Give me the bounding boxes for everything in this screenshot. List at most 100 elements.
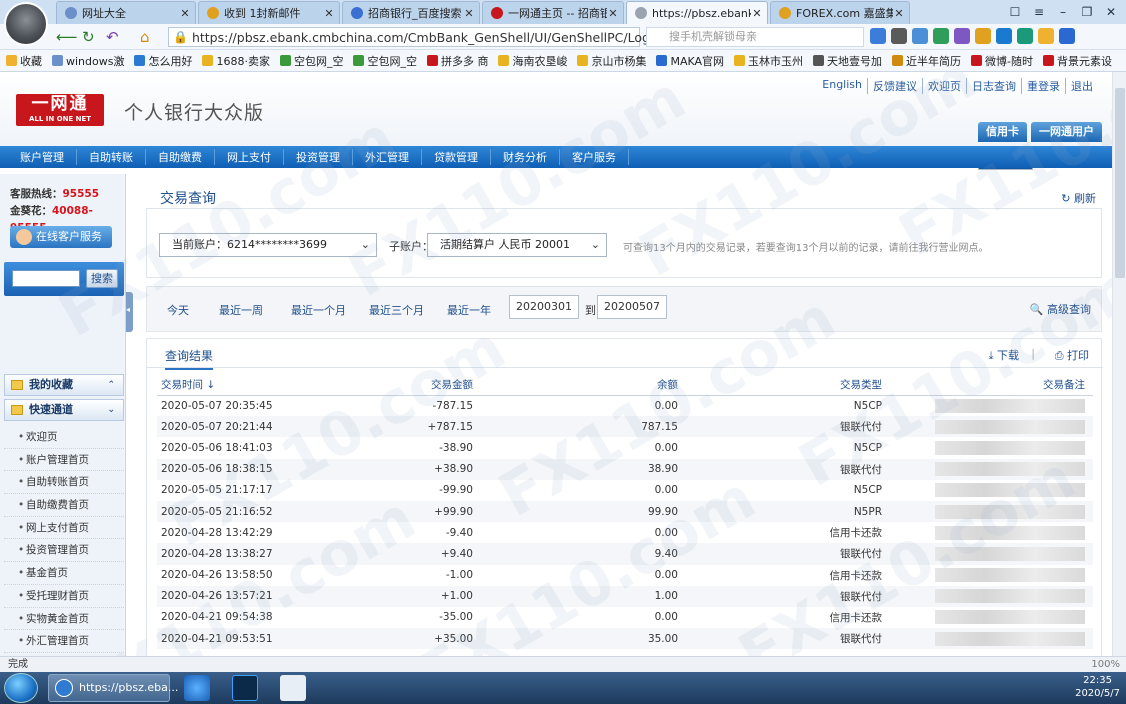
table-row[interactable]: 2020-04-28 13:38:27 +9.40 9.40 银联代付 (157, 543, 1093, 565)
sidebar-item[interactable]: 投资管理首页 (4, 539, 124, 563)
home-icon[interactable]: ⌂ (140, 28, 150, 46)
top-link[interactable]: English (817, 78, 868, 94)
table-row[interactable]: 2020-05-07 20:35:45 -787.15 0.00 N5CP (157, 395, 1093, 416)
extension-icon[interactable] (912, 28, 928, 44)
minimize-icon[interactable]: – (1052, 3, 1074, 21)
account-select[interactable]: 当前账户：6214********3699 ⌄ (159, 233, 377, 257)
bookmark-item[interactable]: 背景元素设 (1043, 53, 1112, 69)
url-field[interactable]: 🔒 https://pbsz.ebank.cmbchina.com/CmbBan… (168, 27, 670, 47)
back-icon[interactable]: ⟵ (56, 28, 78, 46)
search-input[interactable]: 搜手机壳解锁母亲 (646, 27, 864, 47)
quick-access-group[interactable]: 快速通道 ⌄ (4, 399, 124, 421)
main-nav-item[interactable]: 客户服务 (560, 149, 629, 165)
favorites-group[interactable]: 我的收藏 ⌃ (4, 374, 124, 396)
bookmark-item[interactable]: MAKA官网 (656, 53, 724, 69)
quick-date-year[interactable]: 最近一年 (447, 302, 491, 318)
bookmark-item[interactable]: 京山市杨集 (577, 53, 646, 69)
bookmark-item[interactable]: windows激 (52, 53, 124, 69)
tab-close-icon[interactable]: ✕ (463, 7, 475, 20)
tab-close-icon[interactable]: ✕ (323, 7, 335, 20)
zoom-level[interactable]: 100% (1091, 657, 1120, 672)
bookmark-item[interactable]: 空包网_空 (279, 53, 343, 69)
start-date-input[interactable]: 20200301 (509, 295, 579, 319)
top-link[interactable]: 欢迎页 (923, 78, 967, 94)
tools-icon[interactable] (891, 28, 907, 44)
tab-3[interactable]: 招商银行_百度搜索 ✕ (342, 1, 480, 24)
sidebar-item[interactable]: 网上支付首页 (4, 517, 124, 540)
table-row[interactable]: 2020-05-06 18:38:15 +38.90 38.90 银联代付 (157, 458, 1093, 480)
refresh-button[interactable]: ↻ 刷新 (1061, 190, 1096, 206)
bookmark-item[interactable]: 收藏 (6, 53, 42, 69)
ie-icon[interactable] (184, 675, 210, 701)
sidebar-item[interactable]: 自助转账首页 (4, 471, 124, 495)
main-nav-item[interactable]: 账户管理 (8, 149, 77, 165)
close-icon[interactable]: ✕ (1100, 3, 1122, 21)
table-row[interactable]: 2020-05-07 20:21:44 +787.15 787.15 银联代付 (157, 416, 1093, 438)
table-row[interactable]: 2020-05-05 21:17:17 -99.90 0.00 N5CP (157, 480, 1093, 501)
skin-icon[interactable]: ☐ (1004, 3, 1026, 21)
main-nav-item[interactable]: 投资管理 (284, 149, 353, 165)
sidebar-item[interactable]: 受托理财首页 (4, 585, 124, 608)
card-tab[interactable]: 信用卡 (978, 122, 1027, 142)
main-nav-item[interactable]: 财务分析 (491, 149, 560, 165)
undo-icon[interactable]: ↶ (106, 28, 119, 46)
menu-icon[interactable]: ≡ (1028, 3, 1050, 21)
extension-icon[interactable] (870, 28, 886, 44)
main-nav-item[interactable]: 外汇管理 (353, 149, 422, 165)
bookmark-item[interactable]: 天地壹号加 (813, 53, 882, 69)
sidebar-search-button[interactable]: 搜索 (86, 269, 118, 288)
main-nav-item[interactable]: 自助转账 (77, 149, 146, 165)
sidebar-item[interactable]: 实物黄金首页 (4, 608, 124, 631)
bookmark-item[interactable]: 拼多多 商 (426, 53, 488, 69)
table-row[interactable]: 2020-04-21 09:53:51 +35.00 35.00 银联代付 (157, 628, 1093, 650)
sidebar-item[interactable]: 欢迎页 (4, 426, 124, 449)
taskbar-browser-window[interactable]: https://pbsz.eba... (48, 674, 178, 702)
quick-date-today[interactable]: 今天 (167, 302, 189, 318)
table-row[interactable]: 2020-04-26 13:57:21 +1.00 1.00 银联代付 (157, 585, 1093, 607)
main-nav-item[interactable]: 网上支付 (215, 149, 284, 165)
sidebar-item[interactable]: 基金首页 (4, 562, 124, 585)
bookmark-item[interactable]: 海南农垦峻 (498, 53, 567, 69)
col-time[interactable]: 交易时间 ↓ (157, 375, 307, 396)
user-avatar[interactable] (4, 2, 48, 46)
download-button[interactable]: ⤓ 下载 (989, 347, 1019, 363)
table-row[interactable]: 2020-04-28 13:42:29 -9.40 0.00 信用卡还款 (157, 522, 1093, 543)
bookmark-item[interactable]: 微博-随时 (971, 53, 1033, 69)
tab-1[interactable]: 网址大全 ✕ (56, 1, 196, 24)
print-button[interactable]: ⎙ 打印 (1055, 347, 1089, 363)
bookmark-item[interactable]: 近半年简历 (892, 53, 961, 69)
sidebar-item[interactable]: 外汇管理首页 (4, 630, 124, 653)
tab-close-icon[interactable]: ✕ (751, 7, 763, 20)
quick-date-week[interactable]: 最近一周 (219, 302, 263, 318)
table-row[interactable]: 2020-04-21 09:54:38 -35.00 0.00 信用卡还款 (157, 607, 1093, 628)
top-link[interactable]: 反馈建议 (868, 78, 923, 94)
bookmark-item[interactable]: 玉林市玉州 (734, 53, 803, 69)
collapse-icon[interactable]: ⌃ (107, 375, 115, 395)
extension-icon[interactable] (975, 28, 991, 44)
tab-6[interactable]: FOREX.com 嘉盛集团✕ (770, 1, 910, 24)
tab-2[interactable]: 收到 1封新邮件 ✕ (198, 1, 340, 24)
main-nav-item[interactable]: 自助缴费 (146, 149, 215, 165)
card-tab[interactable]: 一网通用户 (1031, 122, 1102, 142)
vertical-scrollbar[interactable] (1112, 72, 1126, 656)
scissors-icon[interactable] (954, 28, 970, 44)
download-icon[interactable] (1059, 28, 1075, 44)
tab-close-icon[interactable]: ✕ (893, 7, 905, 20)
extension-icon[interactable] (1038, 28, 1054, 44)
scroll-thumb[interactable] (1115, 88, 1125, 278)
online-service-button[interactable]: 在线客户服务 (10, 226, 112, 248)
reload-icon[interactable]: ↻ (82, 28, 95, 46)
extension-icon[interactable] (933, 28, 949, 44)
cmb-logo[interactable]: 一网通 ALL IN ONE NET (16, 94, 104, 126)
sidebar-item[interactable]: 账户管理首页 (4, 449, 124, 472)
photoshop-icon[interactable] (232, 675, 258, 701)
start-button[interactable] (4, 673, 38, 703)
expand-icon[interactable]: ⌄ (107, 400, 115, 420)
top-link[interactable]: 重登录 (1022, 78, 1066, 94)
sidebar-toggle[interactable] (126, 292, 133, 332)
main-nav-item[interactable]: 贷款管理 (422, 149, 491, 165)
advanced-query-link[interactable]: 🔍 高级查询 (1030, 301, 1091, 317)
table-row[interactable]: 2020-05-06 18:41:03 -38.90 0.00 N5CP (157, 437, 1093, 458)
app-icon[interactable] (280, 675, 306, 701)
tab-close-icon[interactable]: ✕ (179, 7, 191, 20)
